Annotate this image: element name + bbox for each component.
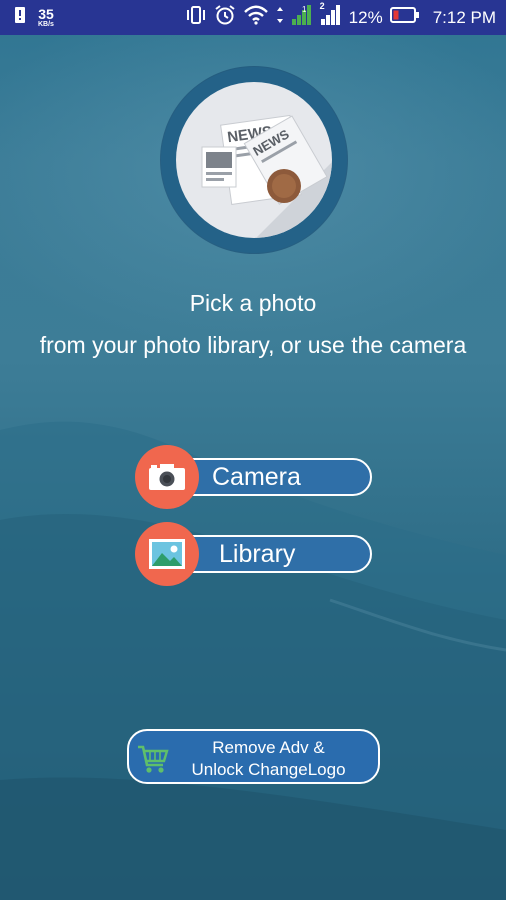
news-logo: NEWS NEWS [176,82,332,238]
vibrate-icon [185,5,207,30]
network-speed: 35 KB/s [38,7,54,28]
prompt-subtitle: from your photo library, or use the came… [39,332,467,358]
sim2-label: 2 [319,1,325,11]
newspaper-icon: NEWS NEWS [201,114,332,238]
svg-text:1: 1 [302,5,307,14]
camera-icon-button[interactable] [135,445,199,509]
camera-button-label: Camera [212,463,301,491]
remove-ads-button[interactable]: Remove Adv & Unlock ChangeLogo [127,729,380,784]
signal-sim2-icon: 2 [319,1,342,32]
battery-percent: 12% [348,7,383,27]
signal-sim1-icon: 1 [291,3,313,32]
battery-icon [389,7,420,28]
library-icon-button[interactable] [135,522,199,586]
notification-icon [14,6,26,29]
prompt-title: Pick a photo [189,290,317,316]
network-speed-value: 35 [38,6,54,22]
clock: 7:12 PM [432,7,496,27]
alarm-icon [214,4,236,31]
wifi-icon [243,5,269,30]
status-bar: 35 KB/s 1 2 12% 7:12 PM [0,0,506,35]
remove-ads-label: Remove Adv & [212,738,325,757]
unlock-label: Unlock ChangeLogo [191,760,346,779]
library-button-label: Library [219,540,296,568]
camera-icon [149,464,185,490]
network-speed-unit: KB/s [38,21,54,28]
data-transfer-icon [276,5,284,30]
image-gallery-icon [149,539,185,569]
